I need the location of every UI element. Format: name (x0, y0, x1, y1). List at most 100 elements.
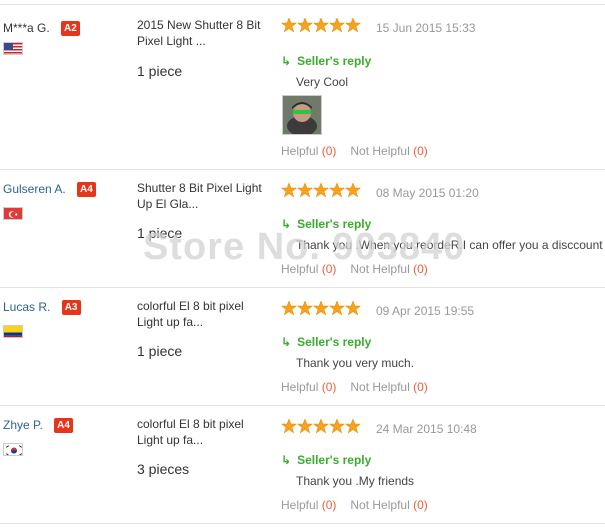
seller-reply-label: Seller's reply (297, 453, 372, 467)
reply-arrow-icon: ↳ (281, 54, 292, 68)
not-helpful-count: (0) (413, 380, 428, 394)
rating-stars (281, 17, 361, 37)
product-link[interactable]: colorful El 8 bit pixel Light up fa... (137, 298, 267, 330)
helpful-label: Helpful (281, 380, 319, 394)
star-icon (281, 182, 297, 198)
star-icon (297, 418, 313, 434)
product-link[interactable]: 2015 New Shutter 8 Bit Pixel Light ... (137, 17, 267, 49)
star-icon (345, 17, 361, 33)
helpful-button[interactable]: Helpful (0) (281, 144, 336, 158)
quantity: 1 piece (137, 225, 183, 241)
helpful-label: Helpful (281, 144, 319, 158)
quantity: 1 piece (137, 63, 183, 79)
seller-reply-header: ↳ Seller's reply (281, 54, 371, 68)
star-icon (313, 17, 329, 33)
helpful-button[interactable]: Helpful (0) (281, 262, 336, 276)
seller-reply-text: Thank you .When you reordeR.I can offer … (296, 238, 603, 252)
not-helpful-button[interactable]: Not Helpful (0) (350, 380, 427, 394)
helpful-button[interactable]: Helpful (0) (281, 498, 336, 512)
helpful-count: (0) (321, 380, 337, 394)
quantity: 3 pieces (137, 461, 190, 477)
review-date: 09 Apr 2015 19:55 (376, 304, 475, 318)
rating-stars (281, 182, 361, 202)
helpful-count: (0) (321, 262, 337, 276)
buyer-level-badge: A2 (61, 21, 80, 36)
seller-reply-label: Seller's reply (297, 335, 372, 349)
tr-flag-icon (3, 207, 23, 220)
buyer-info: Lucas R. A3 (3, 300, 81, 315)
helpful-count: (0) (321, 498, 337, 512)
star-icon (297, 182, 313, 198)
review-item: Gulseren A. A4 Shutter 8 Bit Pixel Light… (0, 170, 605, 288)
seller-reply-label: Seller's reply (297, 217, 372, 231)
review-date: 24 Mar 2015 10:48 (376, 422, 477, 436)
seller-reply-text: Thank you .My friends (296, 474, 415, 488)
buyer-info: M***a G. A2 (3, 21, 80, 36)
seller-reply-label: Seller's reply (297, 54, 372, 68)
buyer-level-badge: A3 (61, 300, 81, 315)
review-item: Lucas R. A3 colorful El 8 bit pixel Ligh… (0, 288, 605, 406)
buyer-level-badge: A4 (54, 418, 73, 433)
helpful-label: Helpful (281, 498, 319, 512)
not-helpful-button[interactable]: Not Helpful (0) (350, 498, 427, 512)
seller-reply-header: ↳ Seller's reply (281, 335, 371, 349)
reply-arrow-icon: ↳ (281, 335, 292, 349)
not-helpful-count: (0) (413, 498, 428, 512)
not-helpful-label: Not Helpful (350, 380, 410, 394)
seller-reply-header: ↳ Seller's reply (281, 217, 371, 231)
star-icon (345, 300, 361, 316)
review-date: 15 Jun 2015 15:33 (376, 21, 476, 35)
product-link[interactable]: colorful El 8 bit pixel Light up fa... (137, 416, 267, 448)
not-helpful-label: Not Helpful (350, 144, 410, 158)
seller-reply-text: Very Cool (296, 75, 349, 89)
not-helpful-button[interactable]: Not Helpful (0) (350, 144, 427, 158)
us-flag-icon (3, 42, 23, 55)
buyer-name[interactable]: Zhye P. (3, 418, 43, 432)
star-icon (281, 300, 297, 316)
star-icon (313, 418, 329, 434)
review-date: 08 May 2015 01:20 (376, 186, 479, 200)
helpfulness-votes: Helpful (0) Not Helpful (0) (281, 144, 428, 158)
helpfulness-votes: Helpful (0) Not Helpful (0) (281, 262, 428, 276)
star-icon (297, 17, 313, 33)
seller-reply-header: ↳ Seller's reply (281, 453, 371, 467)
rating-stars (281, 418, 361, 438)
quantity: 1 piece (137, 343, 183, 359)
not-helpful-count: (0) (413, 262, 428, 276)
co-flag-icon (3, 325, 23, 338)
buyer-info: Gulseren A. A4 (3, 182, 96, 197)
helpfulness-votes: Helpful (0) Not Helpful (0) (281, 498, 428, 512)
buyer-info: Zhye P. A4 (3, 418, 73, 433)
review-photo-thumbnail[interactable] (282, 95, 322, 135)
product-link[interactable]: Shutter 8 Bit Pixel Light Up El Gla... (137, 180, 267, 212)
not-helpful-label: Not Helpful (350, 262, 410, 276)
star-icon (329, 17, 345, 33)
not-helpful-count: (0) (413, 144, 428, 158)
helpful-label: Helpful (281, 262, 319, 276)
helpfulness-votes: Helpful (0) Not Helpful (0) (281, 380, 428, 394)
rating-stars (281, 300, 361, 320)
star-icon (281, 17, 297, 33)
kr-flag-icon (3, 443, 23, 456)
reply-arrow-icon: ↳ (281, 453, 292, 467)
not-helpful-label: Not Helpful (350, 498, 410, 512)
review-item: M***a G. A2 2015 New Shutter 8 Bit Pixel… (0, 5, 605, 170)
star-icon (345, 182, 361, 198)
star-icon (313, 182, 329, 198)
seller-reply-text: Thank you very much. (296, 356, 415, 370)
buyer-name[interactable]: Lucas R. (3, 300, 50, 314)
helpful-count: (0) (321, 144, 337, 158)
not-helpful-button[interactable]: Not Helpful (0) (350, 262, 427, 276)
reply-arrow-icon: ↳ (281, 217, 292, 231)
star-icon (329, 418, 345, 434)
star-icon (329, 182, 345, 198)
helpful-button[interactable]: Helpful (0) (281, 380, 336, 394)
star-icon (329, 300, 345, 316)
buyer-name: M***a G. (3, 21, 50, 35)
buyer-level-badge: A4 (77, 182, 96, 197)
review-item: Zhye P. A4 colorful El 8 bit pixel Light… (0, 406, 605, 524)
star-icon (345, 418, 361, 434)
buyer-name[interactable]: Gulseren A. (3, 182, 66, 196)
star-icon (281, 418, 297, 434)
star-icon (313, 300, 329, 316)
